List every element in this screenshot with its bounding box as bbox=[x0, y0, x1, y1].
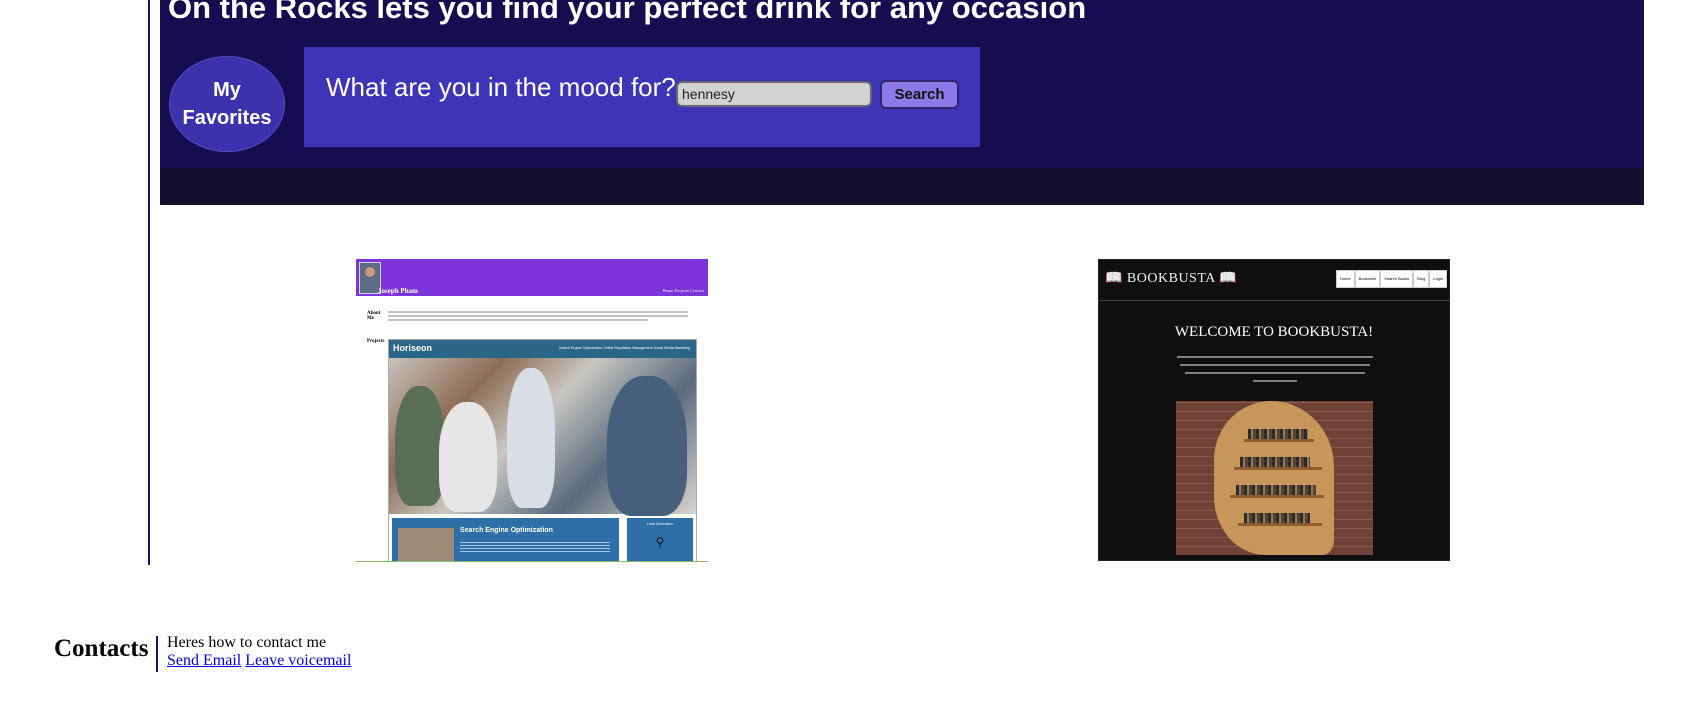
person-figure bbox=[439, 402, 497, 512]
left-accent-rule bbox=[148, 0, 150, 565]
about-label: About Me bbox=[367, 311, 381, 321]
project-thumbnail-bookbusta[interactable]: 📖 BOOKBUSTA 📖 Home Bookshelf Search Book… bbox=[1098, 259, 1450, 561]
about-text-line bbox=[388, 319, 648, 321]
books bbox=[1236, 485, 1316, 495]
contacts-heading: Contacts bbox=[54, 635, 149, 662]
seo-card-title: Search Engine Optimization bbox=[460, 527, 553, 534]
banner-title: On the Rocks lets you find your perfect … bbox=[168, 0, 1087, 25]
lead-generation-title: Lead Generation bbox=[646, 522, 674, 526]
horiseon-header: Horiseon Search Engine Optimization Onli… bbox=[389, 340, 696, 358]
search-panel: What are you in the mood for? Search bbox=[304, 47, 980, 147]
intro-text-line bbox=[1177, 356, 1373, 358]
contacts-text: Heres how to contact me bbox=[167, 634, 327, 651]
bookbusta-welcome: WELCOME TO BOOKBUSTA! bbox=[1174, 324, 1374, 340]
bookshelf-head-image bbox=[1176, 401, 1373, 555]
bookbusta-nav-bookshelf: Bookshelf bbox=[1354, 270, 1381, 288]
contacts-divider bbox=[156, 636, 158, 672]
about-text-line bbox=[388, 311, 688, 313]
bookbusta-nav-blog: Blog bbox=[1413, 270, 1430, 288]
bookbusta-nav-search: Search Books bbox=[1380, 270, 1414, 288]
bookbusta-header: 📖 BOOKBUSTA 📖 Home Bookshelf Search Book… bbox=[1099, 260, 1449, 301]
projects-label: Projects bbox=[367, 339, 385, 344]
shelf bbox=[1234, 467, 1322, 470]
horiseon-logo: Horiseon bbox=[393, 343, 433, 353]
project-thumbnail-portfolio[interactable]: Joseph Pham Home Projects Contact About … bbox=[356, 259, 708, 562]
mood-label: What are you in the mood for? bbox=[326, 72, 676, 102]
banner-footer-strip bbox=[160, 168, 1644, 205]
shelf bbox=[1244, 439, 1314, 442]
lead-generation-icon: ⚲ bbox=[655, 535, 665, 549]
horiseon-screenshot: Horiseon Search Engine Optimization Onli… bbox=[388, 339, 697, 561]
lead-generation-card: Lead Generation ⚲ bbox=[627, 518, 693, 561]
about-text-line bbox=[388, 315, 688, 317]
search-button[interactable]: Search bbox=[880, 80, 959, 109]
person-figure bbox=[607, 376, 687, 516]
portfolio-owner-name: Joseph Pham bbox=[378, 287, 418, 295]
seo-card-text bbox=[460, 540, 610, 552]
bookbusta-nav: Home Bookshelf Search Books Blog Login bbox=[1336, 270, 1447, 288]
contacts-links: Send Email Leave voicemail bbox=[167, 652, 351, 670]
leave-voicemail-link[interactable]: Leave voicemail bbox=[245, 652, 351, 669]
drink-search-input[interactable] bbox=[676, 81, 872, 107]
person-figure bbox=[507, 368, 555, 508]
my-favorites-button[interactable]: My Favorites bbox=[169, 56, 285, 152]
bookbusta-nav-login: Login bbox=[1429, 270, 1447, 288]
portfolio-nav: Home Projects Contact bbox=[662, 288, 704, 293]
on-the-rocks-banner: On the Rocks lets you find your perfect … bbox=[160, 0, 1644, 205]
send-email-link[interactable]: Send Email bbox=[167, 652, 241, 669]
books bbox=[1240, 457, 1310, 467]
shelf bbox=[1230, 495, 1324, 498]
bookbusta-nav-home: Home bbox=[1336, 270, 1355, 288]
bookbusta-logo: 📖 BOOKBUSTA 📖 bbox=[1105, 271, 1238, 286]
shelf bbox=[1238, 523, 1322, 526]
horiseon-hero-image bbox=[389, 358, 696, 516]
seo-card: Search Engine Optimization bbox=[392, 518, 619, 561]
intro-text-line bbox=[1185, 372, 1365, 374]
books bbox=[1248, 429, 1308, 439]
bookbusta-intro-text bbox=[1177, 356, 1373, 388]
portfolio-header: Joseph Pham Home Projects Contact bbox=[356, 259, 708, 296]
horiseon-nav: Search Engine Optimization Online Reputa… bbox=[558, 346, 690, 350]
books bbox=[1244, 513, 1310, 523]
seo-card-image bbox=[398, 528, 454, 561]
head-silhouette bbox=[1214, 401, 1334, 555]
intro-text-line bbox=[1253, 380, 1297, 382]
intro-text-line bbox=[1180, 364, 1370, 366]
person-figure bbox=[395, 386, 445, 506]
